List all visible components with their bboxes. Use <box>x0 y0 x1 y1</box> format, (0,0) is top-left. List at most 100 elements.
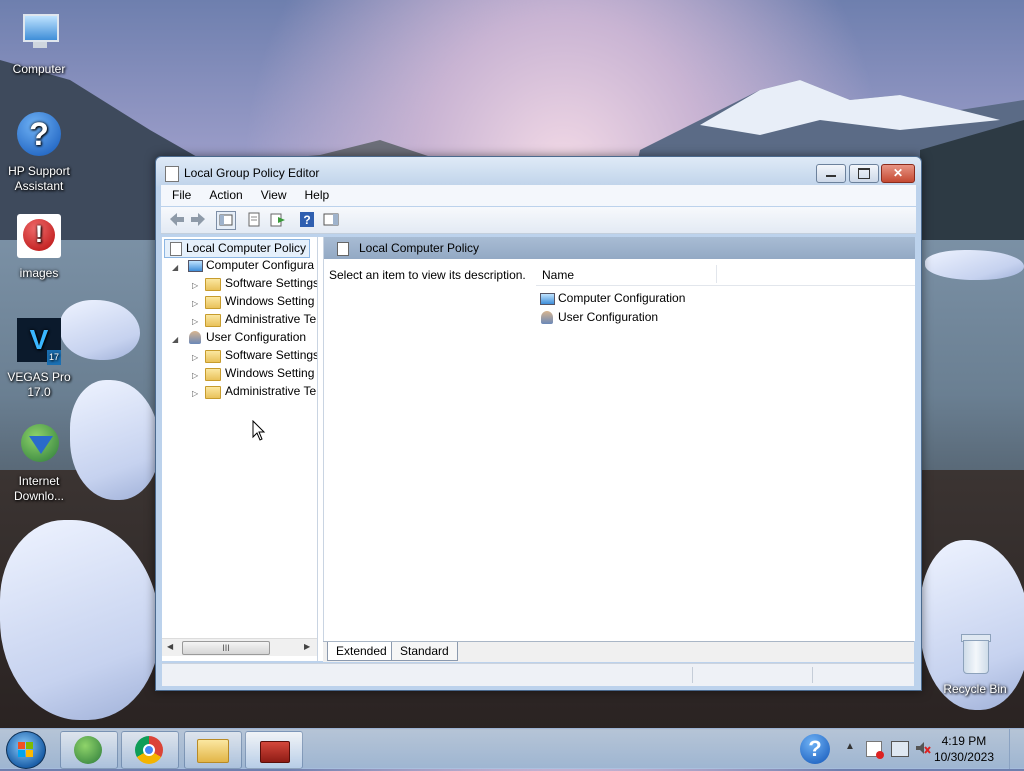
close-button[interactable]: ✕ <box>881 164 915 183</box>
expand-arrow-icon[interactable]: ▷ <box>192 299 198 308</box>
desktop-icon-label: VEGAS Pro 17.0 <box>7 370 71 399</box>
status-divider <box>692 667 693 683</box>
windows-logo-icon <box>18 742 33 757</box>
list-item-computer-configuration[interactable]: Computer Configuration <box>540 291 685 309</box>
menu-action[interactable]: Action <box>198 185 249 202</box>
tab-standard[interactable]: Standard <box>391 642 458 661</box>
console-tree[interactable]: Local Computer Policy ◢ Computer Configu… <box>162 237 318 661</box>
hp-support-tray-icon[interactable]: ? <box>800 734 830 764</box>
minimize-button[interactable] <box>816 164 846 183</box>
network-icon[interactable] <box>891 741 909 757</box>
expand-arrow-icon[interactable]: ▷ <box>192 281 198 290</box>
user-icon <box>541 311 553 324</box>
tree-user-windows-settings[interactable]: Windows Setting <box>204 365 314 382</box>
recycle-bin-icon <box>951 630 999 678</box>
show-hide-action-pane-icon[interactable] <box>322 211 340 228</box>
desktop-icon-label: HP Support Assistant <box>8 164 70 193</box>
tree-user-configuration[interactable]: User Configuration <box>186 329 306 346</box>
expand-arrow-icon[interactable]: ▷ <box>192 317 198 326</box>
tree-label: Computer Configura <box>206 258 315 272</box>
taskbar-idm-button[interactable] <box>60 731 118 769</box>
taskbar-explorer-button[interactable] <box>184 731 242 769</box>
scroll-right-arrow-icon[interactable]: ▶ <box>304 642 310 651</box>
expand-arrow-icon[interactable]: ▷ <box>192 389 198 398</box>
show-hidden-icons-icon[interactable]: ▲ <box>845 741 855 752</box>
tree-label: Software Settings <box>225 276 318 290</box>
title-bar[interactable]: Local Group Policy Editor ✕ <box>156 157 921 187</box>
tree-root[interactable]: Local Computer Policy <box>164 239 311 258</box>
vegas-icon: V 17 <box>15 318 63 366</box>
help-icon[interactable]: ? <box>298 211 316 228</box>
menu-help[interactable]: Help <box>294 185 337 202</box>
action-center-flag-icon[interactable] <box>866 741 884 759</box>
list-item-user-configuration[interactable]: User Configuration <box>540 310 658 328</box>
gpedit-window[interactable]: Local Group Policy Editor ✕ File Action Vi… <box>155 156 922 691</box>
tree-label: Administrative Te <box>225 384 317 398</box>
horizontal-scrollbar[interactable]: ◀ III ▶ <box>162 638 317 656</box>
ice-floe <box>925 250 1024 280</box>
alert-icon: ! <box>15 214 63 262</box>
scroll-left-arrow-icon[interactable]: ◀ <box>167 642 173 651</box>
column-header-name[interactable]: Name <box>542 268 574 282</box>
collapse-arrow-icon[interactable]: ◢ <box>172 335 178 344</box>
folder-icon <box>205 278 221 291</box>
forward-arrow-icon[interactable] <box>189 211 207 228</box>
back-arrow-icon[interactable] <box>168 211 186 228</box>
tree-user-administrative-templates[interactable]: Administrative Te <box>204 383 316 400</box>
tree-computer-software-settings[interactable]: Software Settings <box>204 275 318 292</box>
details-header-title: Local Computer Policy <box>359 241 480 255</box>
expand-arrow-icon[interactable]: ▷ <box>192 353 198 362</box>
folder-icon <box>205 368 221 381</box>
policy-icon <box>165 166 179 182</box>
toolbox-icon <box>260 741 290 763</box>
help-icon: ? <box>15 112 63 160</box>
menu-file[interactable]: File <box>161 185 198 202</box>
tab-extended[interactable]: Extended <box>327 642 396 661</box>
desktop-icon-label: Internet Downlo... <box>13 474 65 503</box>
system-clock[interactable]: 4:19 PM 10/30/2023 <box>934 733 994 765</box>
details-header: Local Computer Policy <box>324 237 915 259</box>
expand-arrow-icon[interactable]: ▷ <box>192 371 198 380</box>
scrollbar-thumb[interactable]: III <box>182 641 270 655</box>
clock-time: 4:19 PM <box>941 734 987 748</box>
status-bar <box>162 663 914 686</box>
volume-muted-icon[interactable] <box>915 741 931 755</box>
taskbar-chrome-button[interactable] <box>121 731 179 769</box>
taskbar-gpedit-button[interactable] <box>245 731 303 769</box>
desktop-icon-hp-support[interactable]: ? HP Support Assistant <box>0 112 78 194</box>
tree-computer-configuration[interactable]: Computer Configura <box>186 257 314 274</box>
collapse-arrow-icon[interactable]: ◢ <box>172 263 178 272</box>
desktop-icon-images[interactable]: ! images <box>0 214 78 281</box>
computer-icon <box>15 10 63 58</box>
description-text: Select an item to view its description. <box>329 268 526 282</box>
folder-icon <box>205 350 221 363</box>
client-area: Local Computer Policy ◢ Computer Configu… <box>162 237 915 662</box>
desktop-icon-label: Recycle Bin <box>943 682 1007 696</box>
start-button[interactable] <box>6 731 46 769</box>
computer-icon <box>540 293 555 305</box>
show-desktop-button[interactable] <box>1009 729 1024 769</box>
user-icon <box>189 331 201 344</box>
properties-icon[interactable] <box>245 211 263 228</box>
desktop-icon-computer[interactable]: Computer <box>0 10 78 77</box>
desktop-icon-idm[interactable]: Internet Downlo... <box>0 422 78 504</box>
maximize-button[interactable] <box>849 164 879 183</box>
tree-computer-administrative-templates[interactable]: Administrative Te <box>204 311 316 328</box>
export-list-icon[interactable] <box>269 211 287 228</box>
chrome-icon <box>135 736 163 764</box>
tree-label: Windows Setting <box>225 294 315 308</box>
list-item-label: Computer Configuration <box>558 291 686 305</box>
desktop-icon-vegas[interactable]: V 17 VEGAS Pro 17.0 <box>0 318 78 400</box>
show-hide-console-tree-icon[interactable] <box>216 211 236 230</box>
tree-user-software-settings[interactable]: Software Settings <box>204 347 317 364</box>
list-header: Name <box>536 263 915 286</box>
tree-label: Administrative Te <box>225 312 317 326</box>
window-title: Local Group Policy Editor <box>184 166 320 180</box>
desktop-icon-recycle-bin[interactable]: Recycle Bin <box>936 630 1014 697</box>
menu-view[interactable]: View <box>250 185 294 202</box>
tree-computer-windows-settings[interactable]: Windows Setting <box>204 293 314 310</box>
tree-label: User Configuration <box>206 330 307 344</box>
tree-label: Local Computer Policy <box>186 241 307 255</box>
toolbar: ? <box>161 207 916 234</box>
taskbar: ? ▲ 4:19 PM 10/30/2023 <box>0 728 1024 769</box>
